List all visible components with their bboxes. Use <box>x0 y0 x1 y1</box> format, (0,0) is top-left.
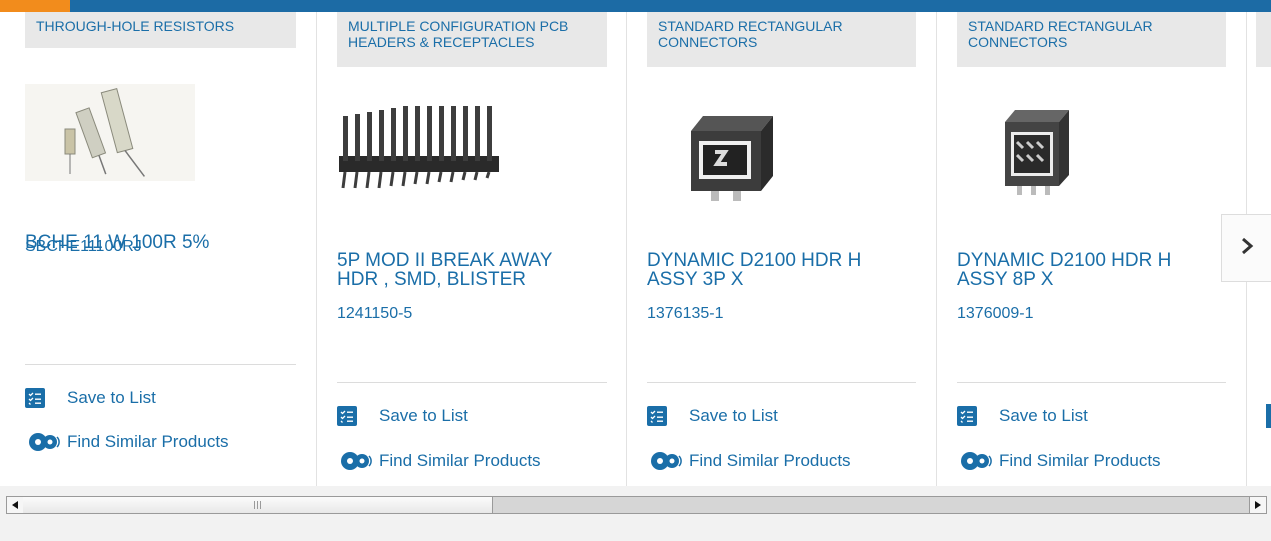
category-label[interactable]: STANDARD RECTANGULAR CONNECTORS <box>647 12 916 67</box>
find-similar-label: Find Similar Products <box>379 451 541 470</box>
product-card: MULTIPLE CONFIGURATION PCB HEADERS & REC… <box>337 12 607 486</box>
card-divider <box>25 364 296 365</box>
gears-icon <box>647 450 689 472</box>
find-similar-button[interactable]: Find Similar Products <box>25 430 229 454</box>
horizontal-scrollbar[interactable] <box>6 496 1267 514</box>
chevron-right-icon <box>1240 237 1254 260</box>
category-label[interactable]: MULTIPLE CONFIGURATION PCB HEADERS & REC… <box>337 12 607 67</box>
product-title[interactable]: DYNAMIC D2100 HDR H ASSY 3P X <box>647 251 907 289</box>
gears-icon <box>957 450 999 472</box>
save-to-list-label: Save to List <box>999 406 1088 425</box>
checklist-icon <box>647 406 667 426</box>
product-image[interactable] <box>997 100 1077 200</box>
gears-icon <box>337 450 379 472</box>
product-image[interactable] <box>337 96 505 200</box>
part-number[interactable]: 1241150-5 <box>337 305 412 323</box>
find-similar-label: Find Similar Products <box>999 451 1161 470</box>
part-number[interactable]: 1376009-1 <box>957 305 1034 323</box>
checklist-icon <box>337 406 357 426</box>
find-similar-label: Find Similar Products <box>689 451 851 470</box>
scroll-right-button[interactable] <box>1249 497 1266 513</box>
scrollbar-thumb[interactable] <box>23 497 493 513</box>
thumb-grip <box>254 501 261 509</box>
scroll-left-arrow-icon <box>12 496 18 514</box>
product-card: THROUGH-HOLE RESISTORS BCHE 11 W 100R 5%… <box>25 12 296 486</box>
save-to-list-button[interactable]: Save to List <box>647 404 778 428</box>
save-to-list-button[interactable]: Save to List <box>957 404 1088 428</box>
checklist-icon <box>957 406 977 426</box>
product-title[interactable]: DYNAMIC D2100 HDR H ASSY 8P X <box>957 251 1217 289</box>
category-label[interactable]: STANDARD RECTANGULAR CONNECTORS <box>957 12 1226 67</box>
card-separator <box>316 12 317 486</box>
card-divider <box>337 382 607 383</box>
card-separator <box>626 12 627 486</box>
card-separator <box>936 12 937 486</box>
scroll-right-arrow-icon <box>1255 496 1261 514</box>
product-image[interactable] <box>25 84 195 181</box>
part-number[interactable]: SBCHE11100RJ <box>25 238 142 256</box>
product-card: STANDARD RECTANGULAR CONNECTORS DYNAMIC … <box>957 12 1226 486</box>
gears-icon <box>25 431 67 453</box>
find-similar-label: Find Similar Products <box>67 432 229 451</box>
scroll-left-button[interactable] <box>7 497 24 513</box>
product-image[interactable] <box>681 96 781 206</box>
product-card: STANDARD RECTANGULAR CONNECTORS DYNAMIC … <box>647 12 916 486</box>
find-similar-button[interactable]: Find Similar Products <box>647 449 851 473</box>
find-similar-button[interactable]: Find Similar Products <box>957 449 1161 473</box>
checklist-icon <box>25 388 45 408</box>
product-carousel: THROUGH-HOLE RESISTORS BCHE 11 W 100R 5%… <box>0 0 1271 486</box>
product-title[interactable]: 5P MOD II BREAK AWAY HDR , SMD, BLISTER <box>337 251 597 289</box>
card-divider <box>957 382 1226 383</box>
carousel-top-bar <box>0 0 1271 12</box>
part-number[interactable]: 1376135-1 <box>647 305 724 323</box>
save-to-list-label: Save to List <box>689 406 778 425</box>
carousel-next-button[interactable] <box>1221 214 1271 282</box>
category-label-partial <box>1256 12 1271 67</box>
category-label[interactable]: THROUGH-HOLE RESISTORS <box>25 12 296 48</box>
card-divider <box>647 382 916 383</box>
active-indicator <box>0 0 70 12</box>
save-to-list-button[interactable]: Save to List <box>25 386 156 410</box>
save-to-list-label: Save to List <box>67 388 156 407</box>
save-to-list-button[interactable]: Save to List <box>337 404 468 428</box>
save-to-list-label: Save to List <box>379 406 468 425</box>
checklist-icon-partial <box>1266 404 1271 428</box>
find-similar-button[interactable]: Find Similar Products <box>337 449 541 473</box>
